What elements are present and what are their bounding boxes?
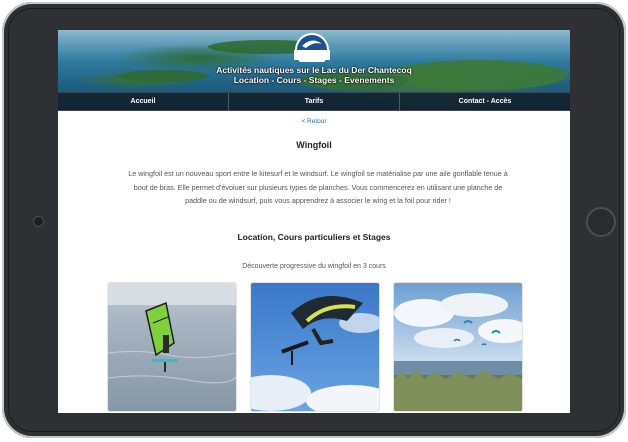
header-tagline-2: Location - Cours - Stages - Evenements [233, 75, 395, 85]
browser-viewport: Activités nautiques sur le Lac du Der Ch… [58, 30, 570, 413]
camera-icon [33, 216, 44, 227]
photo-card-1[interactable] [107, 282, 237, 412]
photo-card-3[interactable] [393, 282, 523, 412]
main-nav: Accueil Tarifs Contact - Accès [58, 92, 570, 111]
nav-item-accueil[interactable]: Accueil [58, 93, 229, 111]
photo-card-2[interactable] [250, 282, 380, 412]
hero-banner: Activités nautiques sur le Lac du Der Ch… [58, 30, 570, 111]
section-title: Location, Cours particuliers et Stages [237, 232, 391, 242]
wingfoil-jump-photo [251, 283, 379, 411]
section-subtitle: Découverte progressive du wingfoil en 3 … [242, 263, 386, 270]
funcenter-logo[interactable] [288, 32, 336, 62]
back-link[interactable]: < Retour [301, 118, 326, 125]
header-tagline-1: Activités nautiques sur le Lac du Der Ch… [216, 65, 412, 75]
lake-kites-photo [394, 283, 522, 411]
back-link-row: < Retour [58, 118, 570, 125]
nav-item-contact[interactable]: Contact - Accès [400, 93, 570, 111]
wingfoil-water-photo [108, 283, 236, 411]
page-title: Wingfoil [296, 140, 332, 150]
intro-paragraph: Le wingfoil est un nouveau sport entre l… [128, 169, 508, 205]
photo-cards [107, 282, 523, 413]
nav-item-tarifs[interactable]: Tarifs [229, 93, 400, 111]
home-button[interactable] [586, 207, 616, 237]
